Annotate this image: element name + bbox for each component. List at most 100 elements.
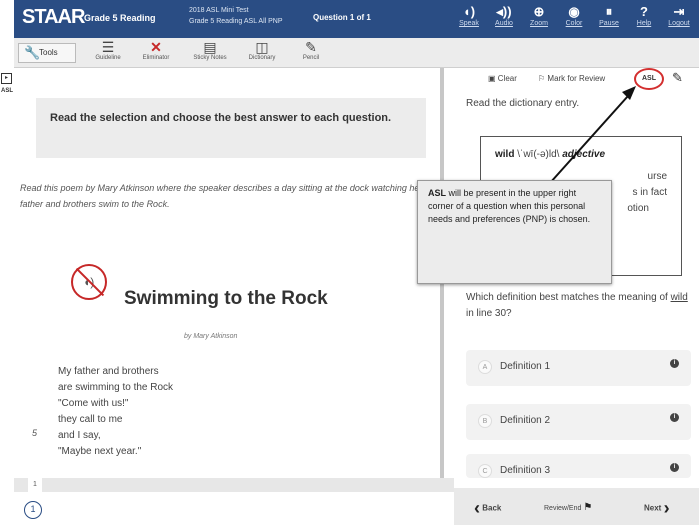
asl-video-icon[interactable]: ▸	[1, 73, 12, 84]
info-icon[interactable]: i	[670, 359, 679, 368]
speak-button[interactable]: ◖) Speak	[452, 4, 486, 34]
page-bar: 1	[14, 478, 454, 492]
underlined-word: wild	[670, 292, 688, 303]
next-button[interactable]: Next ›	[644, 498, 670, 519]
clear-label: Clear	[497, 74, 517, 83]
help-label: Help	[636, 20, 652, 27]
dictionary-tool[interactable]: ◫ Dictionary	[238, 39, 286, 61]
question-counter: Question 1 of 1	[313, 13, 371, 22]
guideline-icon: ☰	[101, 39, 115, 55]
choice-letter: A	[478, 360, 492, 374]
flag-icon: ⚐	[538, 74, 546, 83]
poem-line: "Maybe next year."	[58, 446, 142, 457]
guideline-tool[interactable]: ☰ Guideline	[84, 39, 132, 61]
eliminator-label: Eliminator	[142, 55, 170, 61]
page-tab[interactable]: 1	[28, 478, 42, 492]
callout-text: will be present in the upper right corne…	[428, 188, 591, 224]
speaker-icon: ◖)	[462, 4, 476, 19]
tool-bar: 🔧 Tools ☰ Guideline ✕ Eliminator ▤ Stick…	[14, 38, 699, 68]
flag-icon: ⚑	[583, 502, 593, 513]
dict-heading: wild \ˈwī(-ə)ld\ adjective	[495, 147, 667, 163]
pencil-icon: ✎	[305, 39, 317, 55]
logout-button[interactable]: ⇥ Logout	[662, 4, 696, 34]
grade-label: Grade 5 Reading	[84, 13, 156, 23]
no-audio-icon: ◖)	[71, 264, 107, 300]
dict-headword: wild	[495, 149, 515, 160]
question-stem: Which definition best matches the meanin…	[466, 292, 688, 319]
eye-icon: ◉	[568, 4, 580, 19]
poem-line: are swimming to the Rock	[58, 382, 174, 393]
poem-title: Swimming to the Rock	[124, 288, 328, 309]
mark-label: Mark for Review	[547, 74, 606, 83]
back-label: Back	[482, 503, 502, 513]
speak-label: Speak	[459, 20, 479, 27]
top-header-bar: STAAR Grade 5 Reading 2018 ASL Mini Test…	[14, 0, 699, 38]
callout-bold: ASL	[428, 188, 446, 198]
answer-choice-b[interactable]: B Definition 2 i	[466, 404, 691, 440]
logout-label: Logout	[668, 20, 690, 27]
sticky-notes-label: Sticky Notes	[193, 55, 227, 61]
instruction-box: Read the selection and choose the best a…	[36, 98, 426, 158]
pencil-label: Pencil	[302, 55, 320, 61]
audio-icon: ◂))	[496, 4, 512, 19]
chevron-left-icon: ‹	[474, 498, 480, 518]
navigation-bar: ‹ Back Review/End ⚑ Next ›	[454, 488, 699, 525]
mark-for-review-button[interactable]: ⚐ Mark for Review	[538, 74, 605, 83]
tools-button[interactable]: 🔧 Tools	[18, 43, 76, 63]
info-icon[interactable]: i	[670, 413, 679, 422]
line-number: 5	[32, 428, 38, 438]
passage-pane: Read the selection and choose the best a…	[14, 68, 444, 478]
dictionary-icon: ◫	[255, 39, 269, 55]
choice-text: Definition 1	[500, 361, 551, 372]
pause-label: Pause	[599, 20, 619, 27]
dictionary-label: Dictionary	[248, 55, 276, 61]
choice-text: Definition 2	[500, 415, 551, 426]
staar-logo: STAAR	[22, 6, 85, 28]
pencil-tool[interactable]: ✎ Pencil	[287, 39, 335, 61]
clear-button[interactable]: ▣ Clear	[488, 74, 517, 83]
pause-icon: ⏸	[605, 4, 613, 19]
bottom-bar: 1 1 ‹ Back Review/End ⚑ Next ›	[14, 478, 699, 525]
poem-line: and I say,	[58, 430, 101, 441]
passage-intro: Read this poem by Mary Atkinson where th…	[20, 183, 423, 209]
help-icon: ?	[640, 4, 648, 19]
poem-line: "Come with us!"	[58, 398, 129, 409]
poem-byline: by Mary Atkinson	[184, 333, 238, 340]
info-icon[interactable]: i	[670, 463, 679, 472]
poem-line: they call to me	[58, 414, 123, 425]
zoom-icon: ⊕	[533, 4, 545, 19]
test-info: 2018 ASL Mini Test Grade 5 Reading ASL A…	[189, 5, 283, 27]
tools-label: Tools	[39, 48, 58, 57]
page-indicator[interactable]: 1	[24, 501, 42, 519]
chevron-right-icon: ›	[663, 498, 670, 518]
choice-letter: B	[478, 414, 492, 428]
back-button[interactable]: ‹ Back	[474, 498, 501, 519]
dict-part-of-speech: adjective	[562, 149, 606, 160]
asl-callout: ASL will be present in the upper right c…	[417, 180, 612, 284]
logout-icon: ⇥	[673, 4, 685, 19]
poem-line: My father and brothers	[58, 366, 159, 377]
answer-choice-c[interactable]: C Definition 3 i	[466, 454, 691, 478]
guideline-label: Guideline	[95, 55, 121, 61]
help-button[interactable]: ? Help	[627, 4, 661, 34]
test-form: Grade 5 Reading ASL All PNP	[189, 18, 283, 25]
sticky-notes-tool[interactable]: ▤ Sticky Notes	[186, 39, 234, 61]
pause-button[interactable]: ⏸ Pause	[592, 4, 626, 34]
audio-label: Audio	[495, 20, 513, 27]
color-label: Color	[565, 20, 583, 27]
poem-body: My father and brothers are swimming to t…	[58, 364, 173, 460]
left-strip: ▸ ASL	[0, 68, 14, 488]
asl-strip-label: ASL	[1, 88, 13, 94]
audio-button[interactable]: ◂)) Audio	[487, 4, 521, 34]
eliminator-tool[interactable]: ✕ Eliminator	[132, 39, 180, 61]
edit-icon[interactable]: ✎	[672, 70, 683, 86]
choice-letter: C	[478, 464, 492, 478]
question-intro: Read the dictionary entry.	[466, 98, 580, 109]
asl-button[interactable]: ASL	[634, 68, 664, 90]
review-end-button[interactable]: Review/End ⚑	[544, 502, 592, 513]
zoom-label: Zoom	[530, 20, 548, 27]
choice-text: Definition 3	[500, 465, 551, 476]
zoom-button[interactable]: ⊕ Zoom	[522, 4, 556, 34]
answer-choice-a[interactable]: A Definition 1 i	[466, 350, 691, 386]
color-button[interactable]: ◉ Color	[557, 4, 591, 34]
